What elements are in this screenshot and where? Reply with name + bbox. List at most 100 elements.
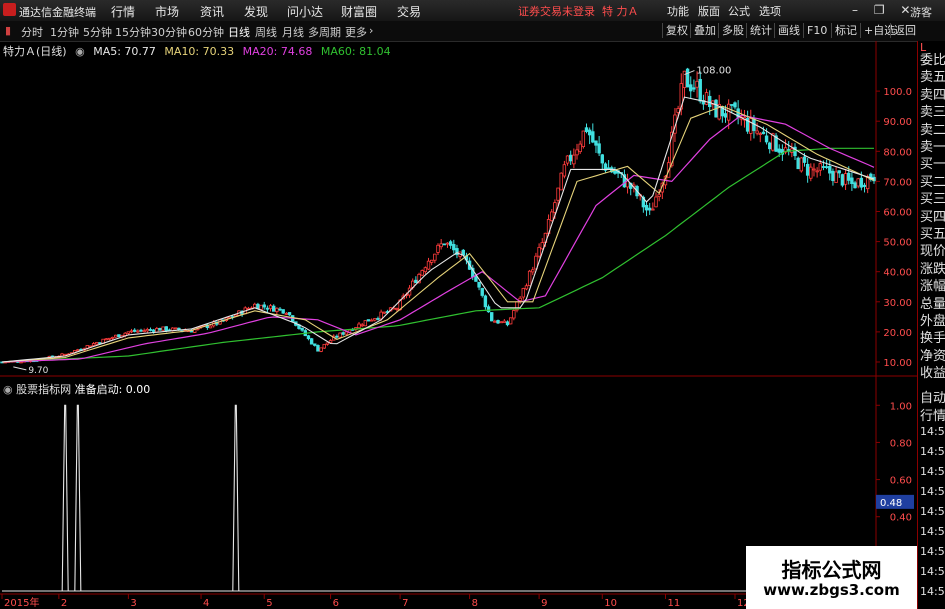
candle-body	[521, 288, 526, 298]
panel-label: 买一	[920, 157, 945, 173]
period-more[interactable]: 更多	[345, 24, 367, 40]
chart-icon[interactable]: ▮	[5, 24, 11, 37]
period-30min[interactable]: 30分钟	[151, 24, 187, 40]
panel-label: 涨幅	[920, 279, 945, 295]
candle-body	[272, 305, 276, 312]
candle-body	[429, 259, 434, 263]
candle-body	[856, 178, 860, 187]
menu-ask[interactable]: 问小达	[287, 3, 323, 20]
tick-time: 14:50	[920, 545, 945, 558]
candle-body	[512, 310, 516, 319]
tool-multi-stock[interactable]: 多股	[718, 23, 747, 38]
tool-stats[interactable]: 统计	[746, 23, 775, 38]
candle-body	[148, 329, 153, 331]
panel-label: 卖三	[920, 105, 945, 121]
period-daily[interactable]: 日线	[228, 24, 250, 40]
period-intraday[interactable]: 分时	[21, 24, 43, 40]
tool-draw[interactable]: 画线	[774, 23, 803, 38]
period-1min[interactable]: 1分钟	[50, 24, 79, 40]
settings-icon[interactable]: ◉	[3, 383, 13, 396]
stock-name: 特 力Ａ	[602, 5, 639, 18]
menu-news[interactable]: 资讯	[200, 3, 224, 20]
price-tick-label: 70.00	[883, 177, 912, 188]
panel-auto[interactable]: 自动	[920, 387, 945, 406]
period-weekly[interactable]: 周线	[255, 24, 277, 40]
indicator-current-value: 0.48	[880, 498, 902, 509]
guest-label[interactable]: 游客	[910, 4, 932, 20]
chart-canvas[interactable]: 108.00 9.70 100.0 90.00 80.00 70.00 60.00 50.0…	[0, 41, 917, 609]
period-5min[interactable]: 5分钟	[83, 24, 112, 40]
login-status: 证券交易未登录	[518, 5, 595, 18]
candle-body	[363, 320, 368, 327]
signal-spike	[61, 404, 69, 592]
candle-body	[433, 253, 437, 261]
time-tick-label: 9	[541, 598, 547, 609]
menu-layout[interactable]: 版面	[698, 3, 720, 19]
candle-body	[480, 288, 484, 296]
candle-body	[322, 343, 326, 349]
tool-overlay[interactable]: 叠加	[690, 23, 719, 38]
window-controls[interactable]: – ❐ ✕	[852, 3, 916, 17]
candle-body	[344, 331, 349, 335]
candle-body	[335, 335, 339, 338]
candle-body	[477, 281, 481, 288]
tool-mark[interactable]: 标记	[831, 23, 860, 38]
candle-body	[524, 285, 529, 290]
price-tick-label: 80.00	[883, 147, 912, 158]
ma20-line	[1, 114, 875, 363]
time-tick-label: 10	[604, 598, 617, 609]
chevron-right-icon[interactable]: ›	[369, 24, 373, 37]
time-tick-label: 4	[203, 598, 209, 609]
candle-body	[442, 243, 447, 246]
period-multi[interactable]: 多周期	[308, 24, 341, 40]
candle-body	[540, 242, 544, 250]
candle-body	[818, 163, 822, 171]
candle-body	[423, 267, 428, 273]
tick-time: 14:50	[920, 465, 945, 478]
candle-body	[843, 173, 848, 185]
menu-quotes[interactable]: 行情	[111, 3, 135, 20]
menu-formula[interactable]: 公式	[728, 3, 750, 19]
menu-bar: 通达信金融终端 行情 市场 资讯 发现 问小达 财富圈 交易 证券交易未登录 特…	[0, 0, 945, 22]
time-tick-label: 7	[402, 598, 408, 609]
time-tick-label: 3	[130, 598, 136, 609]
candle-body	[587, 129, 592, 136]
candle-body	[723, 113, 728, 118]
candle-body	[275, 307, 279, 312]
candle-body	[647, 207, 652, 211]
indicator-legend: ◉ 股票指标网 准备启动: 0.00	[3, 381, 150, 397]
menu-market[interactable]: 市场	[155, 3, 179, 20]
candle-body	[518, 297, 522, 302]
candle-body	[382, 311, 386, 314]
period-15min[interactable]: 15分钟	[115, 24, 151, 40]
candle-body	[265, 307, 270, 310]
panel-label: 换手	[920, 331, 945, 347]
candle-body	[847, 172, 851, 181]
panel-quotes[interactable]: 行情	[920, 405, 945, 424]
time-tick-label: 2015年	[4, 596, 39, 609]
panel-label: 买四	[920, 209, 945, 225]
menu-function[interactable]: 功能	[667, 3, 689, 19]
tool-adjust[interactable]: 复权	[662, 23, 691, 38]
candle-body	[578, 143, 582, 153]
candlestick-series	[0, 67, 876, 364]
menu-options[interactable]: 选项	[759, 3, 781, 19]
candle-body	[104, 338, 108, 341]
low-label: 9.70	[28, 366, 48, 376]
price-tick-label: 50.00	[883, 238, 912, 249]
panel-label: 买三	[920, 192, 945, 208]
tool-f10[interactable]: F10	[803, 23, 830, 38]
menu-discover[interactable]: 发现	[244, 3, 268, 20]
tool-back[interactable]: 返回	[890, 23, 919, 38]
candle-body	[565, 155, 570, 164]
period-monthly[interactable]: 月线	[282, 24, 304, 40]
candle-body	[139, 329, 143, 332]
menu-trade[interactable]: 交易	[397, 3, 421, 20]
candle-body	[490, 312, 494, 322]
menu-wealth[interactable]: 财富圈	[341, 3, 377, 20]
candle-body	[129, 330, 134, 333]
candle-body	[853, 182, 857, 189]
watermark-url: www.zbgs3.com	[763, 581, 900, 599]
price-tick-label: 100.0	[883, 87, 912, 98]
period-60min[interactable]: 60分钟	[188, 24, 224, 40]
